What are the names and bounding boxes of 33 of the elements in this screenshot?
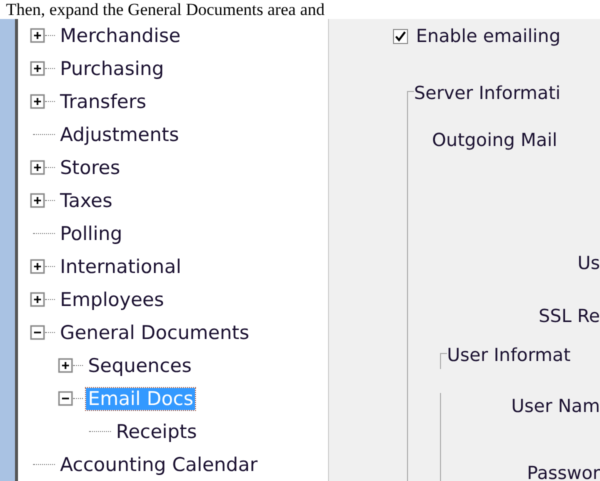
checkbox[interactable] [393, 29, 408, 44]
tree-item[interactable]: Receipts [114, 420, 199, 442]
tree-item[interactable]: Stores [58, 156, 122, 178]
field-label: Passwor [527, 463, 600, 481]
collapse-icon[interactable] [58, 391, 73, 406]
checkbox-label: Enable emailing [416, 25, 561, 49]
tree-item[interactable]: Adjustments [58, 124, 181, 146]
expand-icon[interactable] [30, 28, 45, 43]
expand-icon[interactable] [30, 61, 45, 76]
tree-item[interactable]: Transfers [58, 90, 148, 112]
group-title: User Informat [447, 344, 571, 368]
tree-item[interactable]: Taxes [58, 190, 114, 212]
tree-item[interactable]: Merchandise [58, 24, 183, 46]
field-label: Outgoing Mail [431, 129, 558, 153]
document-text: Then, expand the General Documents area and [5, 0, 326, 19]
expand-icon[interactable] [30, 292, 45, 307]
expand-icon[interactable] [30, 259, 45, 274]
field-label: Us [577, 253, 600, 274]
expand-icon[interactable] [30, 193, 45, 208]
group-title: Server Informati [414, 82, 561, 106]
tree-item[interactable]: Purchasing [58, 58, 166, 80]
expand-icon[interactable] [30, 94, 45, 109]
tree-item[interactable]: International [58, 256, 184, 278]
field-label: User Nam [511, 396, 600, 417]
tree-item[interactable]: Accounting Calendar [58, 454, 260, 476]
tree-item[interactable]: Employees [58, 288, 166, 310]
expand-icon[interactable] [58, 358, 73, 373]
tree-item[interactable]: Polling [58, 222, 124, 244]
expand-icon[interactable] [30, 160, 45, 175]
field-label: SSL Re [538, 306, 600, 327]
tree-item[interactable]: Sequences [86, 354, 194, 376]
tree-item[interactable]: General Documents [58, 322, 252, 344]
collapse-icon[interactable] [30, 325, 45, 340]
